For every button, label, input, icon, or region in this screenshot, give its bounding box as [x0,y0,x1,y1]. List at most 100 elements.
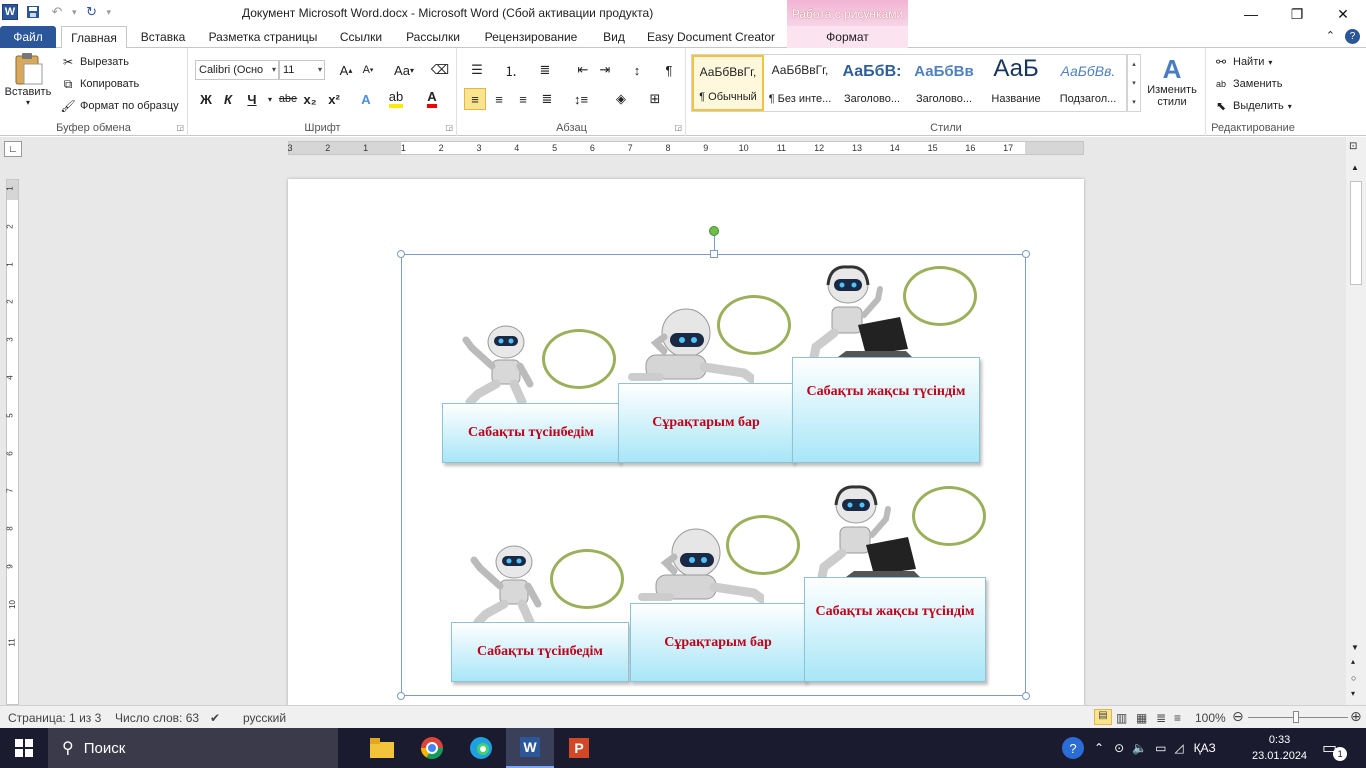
superscript-button[interactable]: x² [323,88,345,110]
tab-easy-document-creator[interactable]: Easy Document Creator [643,26,779,48]
windows-start-icon[interactable] [0,728,48,768]
style-heading-2[interactable]: АаБбВв Заголово... [908,55,980,111]
chrome-icon[interactable] [408,728,456,768]
vertical-scrollbar[interactable]: ⊡ ▲ ▼ ▴ ○ ▾ [1346,137,1366,705]
page-count[interactable]: Страница: 1 из 3 [8,711,101,725]
multilevel-list-icon[interactable]: ≣ [534,59,556,81]
shading-icon[interactable]: ◈ [610,88,632,110]
undo-dropdown-icon[interactable]: ▾ [72,7,77,18]
tab-mailings[interactable]: Рассылки [396,26,470,48]
font-launcher-icon[interactable]: ◲ [445,123,453,132]
justify-icon[interactable]: ≣ [536,88,558,110]
style-heading-1[interactable]: АаБбВ: Заголово... [836,55,908,111]
replace-button[interactable]: ab Заменить [1213,76,1282,92]
customize-qat-icon[interactable]: ▾ [107,7,112,18]
line-spacing-icon[interactable]: ↕≡ [570,88,592,110]
tab-file[interactable]: Файл [0,26,56,48]
outline-view-icon[interactable]: ≣ [1156,711,1166,725]
bullets-icon[interactable]: ☰ [466,59,488,81]
resize-handle[interactable] [1022,692,1030,700]
zoom-slider-knob[interactable] [1293,711,1299,723]
find-button[interactable]: ⚯ Найти ▾ [1213,54,1272,70]
undo-icon[interactable]: ↶ [48,3,66,21]
zoom-in-icon[interactable]: ⊕ [1350,708,1362,725]
battery-icon[interactable]: ▭ [1155,741,1166,755]
draft-view-icon[interactable]: ≡ [1174,711,1181,725]
style-subtitle[interactable]: АаБбВв. Подзагол... [1052,55,1124,111]
text-effects-icon[interactable]: A [355,88,377,110]
horizontal-ruler[interactable]: 3 2 1 1 2 3 4 5 6 7 8 9 10 11 12 13 14 15 16 17 [287,141,1084,155]
volume-icon[interactable]: 🔈 [1132,741,1147,755]
word-count[interactable]: Число слов: 63 [115,711,199,725]
font-color-icon[interactable]: A [421,88,443,110]
styles-scroll[interactable]: ▴ ▾ ▾ [1127,54,1141,112]
file-explorer-icon[interactable] [358,728,406,768]
decrease-indent-icon[interactable]: ⇤ [572,59,594,81]
tab-home[interactable]: Главная [61,26,127,49]
powerpoint-taskbar-icon[interactable]: P [555,728,603,768]
zoom-level[interactable]: 100% [1195,711,1226,725]
meet-now-icon[interactable]: ⊙ [1114,741,1124,755]
save-icon[interactable] [24,3,42,21]
font-size-combo[interactable]: 11 ▾ [279,60,325,80]
style-no-spacing[interactable]: АаБбВвГг, ¶ Без инте... [764,55,836,111]
resize-handle[interactable] [1022,250,1030,258]
style-normal[interactable]: АаБбВвГг, ¶ Обычный [692,55,764,111]
strikethrough-button[interactable]: abe [277,88,299,110]
language-indicator[interactable]: русский [243,711,286,725]
align-center-icon[interactable]: ≡ [488,88,510,110]
align-right-icon[interactable]: ≡ [512,88,534,110]
tab-view[interactable]: Вид [592,26,636,48]
browse-object-icon[interactable]: ○ [1351,673,1356,683]
paragraph-launcher-icon[interactable]: ◲ [674,123,682,132]
numbering-icon[interactable]: ⒈ [500,59,522,81]
change-case-button[interactable]: Aa ▾ [389,59,419,81]
minimize-button[interactable]: — [1228,0,1274,28]
align-left-icon[interactable]: ≡ [464,88,486,110]
style-title[interactable]: АаБ Название [980,55,1052,111]
paste-button[interactable]: Вставить ▾ [4,52,52,107]
show-formatting-icon[interactable]: ¶ [658,59,680,81]
format-painter-button[interactable]: 🖌 Формат по образцу [60,98,178,114]
select-button[interactable]: ⬉ Выделить ▾ [1213,98,1292,114]
highlight-icon[interactable]: ab [385,88,407,110]
minimize-ribbon-icon[interactable]: ⌃ [1326,29,1335,44]
web-layout-view-icon[interactable]: ▦ [1136,711,1147,725]
font-name-combo[interactable]: Calibri (Осно ▾ [195,60,279,80]
tab-format[interactable]: Формат [787,26,908,48]
help-icon[interactable]: ? [1345,29,1360,44]
clear-formatting-icon[interactable]: ⌫ [429,59,451,81]
grow-font-icon[interactable]: A ▴ [335,59,357,81]
resize-handle[interactable] [710,250,718,258]
redo-icon[interactable]: ↻ [83,3,101,21]
scroll-thumb[interactable] [1350,181,1362,285]
change-styles-button[interactable]: A Изменить стили [1144,54,1200,108]
taskbar-search[interactable]: ⚲ Поиск [48,728,338,768]
network-icon[interactable]: ◿ [1174,741,1183,755]
tab-insert[interactable]: Вставка [133,26,193,48]
tab-references[interactable]: Ссылки [333,26,389,48]
cut-button[interactable]: ✂ Вырезать [60,54,129,70]
edge-icon[interactable] [457,728,505,768]
proofing-icon[interactable]: ✔ [210,711,220,725]
next-page-icon[interactable]: ▾ [1351,689,1355,698]
borders-icon[interactable]: ⊞ [644,88,666,110]
clipboard-launcher-icon[interactable]: ◲ [176,123,184,132]
word-taskbar-icon[interactable]: W [506,728,554,768]
document-page[interactable]: Сабақты түсінбедім Сұрақтарым бар Сабақт… [288,179,1084,705]
copy-button[interactable]: ⧉ Копировать [60,76,140,92]
clock[interactable]: 0:33 23.01.2024 [1252,728,1307,768]
scroll-up-icon[interactable]: ▲ [1351,163,1359,172]
resize-handle[interactable] [397,692,405,700]
scroll-down-icon[interactable]: ▼ [1351,643,1359,652]
increase-indent-icon[interactable]: ⇥ [594,59,616,81]
ruler-toggle-icon[interactable]: ⊡ [1349,141,1357,152]
shrink-font-icon[interactable]: A ▾ [357,59,379,81]
tab-review[interactable]: Рецензирование [477,26,585,48]
restore-button[interactable]: ❐ [1274,0,1320,28]
chevron-up-icon[interactable]: ⌃ [1094,741,1104,755]
tab-page-layout[interactable]: Разметка страницы [200,26,326,48]
subscript-button[interactable]: x₂ [299,88,321,110]
zoom-out-icon[interactable]: ⊖ [1232,708,1244,725]
previous-page-icon[interactable]: ▴ [1351,657,1355,666]
